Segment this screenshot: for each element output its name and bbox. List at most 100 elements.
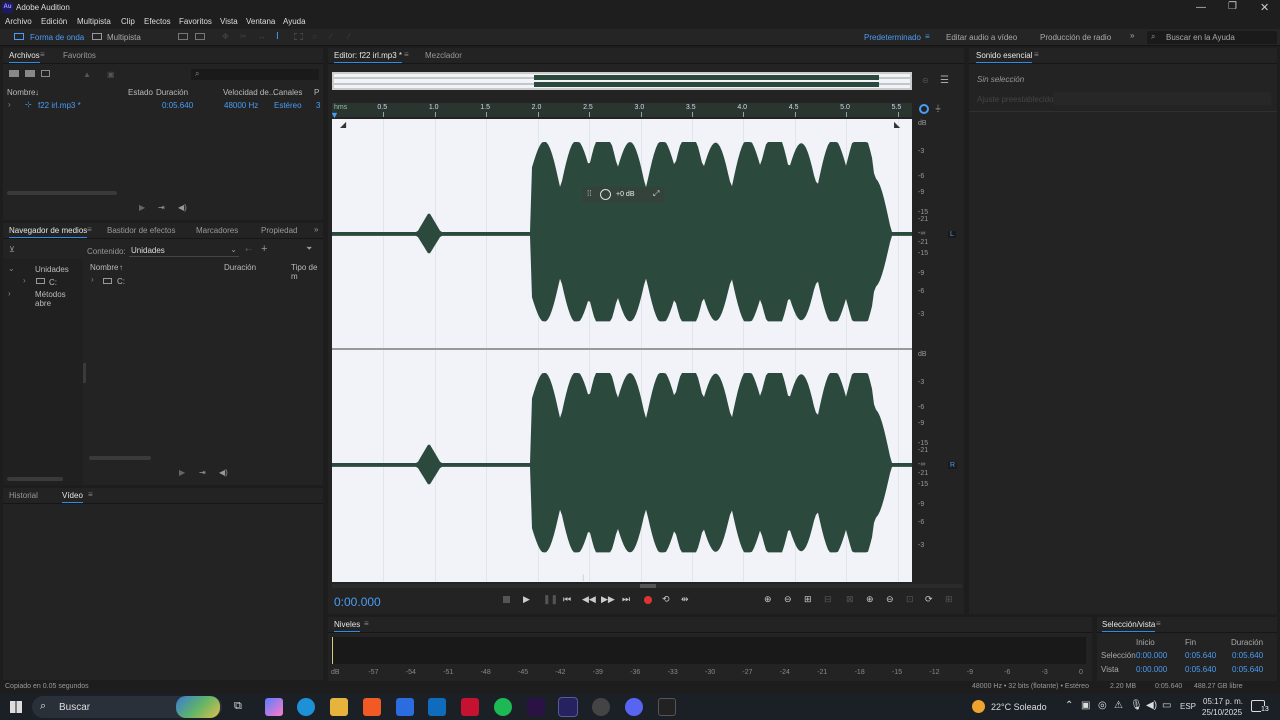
gain-knob-icon[interactable] bbox=[600, 189, 611, 200]
audition-icon[interactable] bbox=[558, 697, 578, 717]
menu-efectos[interactable]: Efectos bbox=[144, 17, 171, 26]
view-duration[interactable]: 0:05.640 bbox=[1232, 665, 1263, 674]
slip-tool-icon[interactable]: ↔ bbox=[258, 32, 266, 41]
menu-vista[interactable]: Vista bbox=[220, 17, 238, 26]
healing-tool-icon[interactable]: ∕ bbox=[348, 32, 349, 41]
table-row[interactable]: › ⊹ f22 irl.mp3 * 0:05.640 48000 Hz Esté… bbox=[3, 100, 323, 112]
horizontal-scrollbar[interactable] bbox=[7, 191, 117, 195]
insert-multitrack-icon[interactable]: ▲ bbox=[83, 70, 91, 79]
menu-favoritos[interactable]: Favoritos bbox=[179, 17, 212, 26]
tray-chevron-icon[interactable]: ⌃ bbox=[1065, 700, 1073, 711]
loop-playback-icon[interactable]: ⟲ bbox=[662, 594, 670, 605]
razor-tool-icon[interactable]: ✂ bbox=[240, 32, 247, 41]
terminal-icon[interactable] bbox=[658, 698, 676, 716]
tab-mezclador[interactable]: Mezclador bbox=[425, 51, 462, 60]
zoom-reset-icon[interactable]: ⟳ bbox=[925, 594, 933, 605]
move-tool-icon[interactable]: ✥ bbox=[222, 32, 229, 41]
play-icon[interactable]: ▶ bbox=[523, 594, 530, 605]
workspace-predeterminado[interactable]: Predeterminado bbox=[864, 33, 921, 42]
preview-play-icon[interactable]: ▶ bbox=[139, 203, 145, 212]
waveform-view-button[interactable]: Forma de onda bbox=[30, 33, 84, 42]
export-icon[interactable]: ⇥ bbox=[199, 468, 206, 477]
tray-app-icon[interactable]: ⚠ bbox=[1114, 700, 1123, 711]
rewind-icon[interactable]: ◀◀ bbox=[582, 594, 596, 605]
maximize-icon[interactable]: ❐ bbox=[1228, 1, 1237, 12]
edge-icon[interactable] bbox=[297, 698, 315, 716]
levels-title[interactable]: Niveles bbox=[334, 620, 361, 632]
panel-menu-icon[interactable]: ≡ bbox=[87, 225, 92, 234]
selection-view-title[interactable]: Selección/vista bbox=[1102, 620, 1156, 632]
files-filter-input[interactable]: ⌕ bbox=[191, 69, 319, 80]
more-tabs-icon[interactable]: » bbox=[314, 225, 318, 234]
speaker-icon[interactable]: ◀) bbox=[1146, 700, 1157, 711]
panel-menu-icon[interactable]: ≡ bbox=[364, 619, 369, 628]
file-explorer-icon[interactable] bbox=[330, 698, 348, 716]
discord-icon[interactable] bbox=[625, 698, 643, 716]
channel-right-label[interactable]: R bbox=[948, 462, 958, 469]
close-file-icon[interactable]: ▣ bbox=[107, 70, 115, 79]
windows-start-icon[interactable] bbox=[10, 701, 22, 713]
go-to-start-icon[interactable]: ⏮ bbox=[563, 594, 571, 605]
col-nombre[interactable]: Nombre bbox=[90, 263, 118, 272]
microphone-icon[interactable]: 🎙 bbox=[1130, 700, 1143, 711]
volume-icon[interactable]: ◀) bbox=[178, 203, 187, 212]
tab-favoritos[interactable]: Favoritos bbox=[63, 51, 96, 60]
loop-icon[interactable] bbox=[919, 104, 929, 114]
zoom-in-point-icon[interactable]: ⊠ bbox=[846, 594, 854, 605]
tab-navegador-medios[interactable]: Navegador de medios bbox=[9, 226, 88, 238]
tab-propiedad[interactable]: Propiedad bbox=[261, 226, 297, 235]
menu-edicion[interactable]: Edición bbox=[41, 17, 67, 26]
content-dropdown[interactable]: Unidades ⌄ bbox=[129, 245, 239, 257]
skip-selection-icon[interactable]: ⇹ bbox=[681, 594, 689, 605]
zoom-out-full-icon[interactable]: ⊝ bbox=[922, 76, 929, 85]
record-icon[interactable] bbox=[644, 596, 652, 604]
workspace-editar-video[interactable]: Editar audio a vídeo bbox=[946, 33, 1017, 42]
tree-item-metodos[interactable]: Métodos abre bbox=[35, 290, 83, 308]
github-icon[interactable] bbox=[592, 698, 610, 716]
pitch-display-icon[interactable] bbox=[195, 33, 205, 40]
menu-ventana[interactable]: Ventana bbox=[246, 17, 275, 26]
expand-arrow-icon[interactable]: › bbox=[8, 100, 11, 109]
zoom-full-icon[interactable]: ⊞ bbox=[804, 594, 812, 605]
stop-icon[interactable] bbox=[503, 596, 510, 603]
marquee-tool-icon[interactable] bbox=[294, 33, 303, 40]
hud-drag-icon[interactable]: ⁞⁞ bbox=[587, 189, 591, 198]
time-selection-tool-icon[interactable]: I bbox=[276, 31, 279, 42]
clock-date[interactable]: 25/10/2025 bbox=[1202, 708, 1242, 717]
tab-archivos[interactable]: Archivos bbox=[9, 51, 40, 63]
col-nombre[interactable]: Nombre bbox=[7, 88, 35, 97]
zoom-fit-icon[interactable]: ⊞ bbox=[945, 594, 953, 605]
shortcuts-icon[interactable]: ⊻ bbox=[9, 245, 15, 254]
zoom-out-time-icon[interactable]: ⊖ bbox=[886, 594, 894, 605]
tray-app-icon[interactable]: ▣ bbox=[1081, 700, 1090, 711]
multitrack-view-button[interactable]: Multipista bbox=[107, 33, 141, 42]
list-item[interactable]: › C: bbox=[87, 275, 323, 287]
panel-menu-icon[interactable]: ≡ bbox=[1156, 619, 1161, 628]
zoom-out-amplitude-icon[interactable]: ⊖ bbox=[784, 594, 792, 605]
preset-dropdown[interactable] bbox=[1053, 92, 1271, 105]
brave-icon[interactable] bbox=[363, 698, 381, 716]
lasso-tool-icon[interactable]: ○ bbox=[312, 32, 317, 41]
view-start[interactable]: 0:00.000 bbox=[1136, 665, 1167, 674]
help-search-input[interactable]: Buscar en la Ayuda bbox=[1166, 33, 1235, 42]
copilot-icon[interactable] bbox=[265, 698, 283, 716]
back-icon[interactable]: ⇠ bbox=[245, 245, 252, 254]
tab-marcadores[interactable]: Marcadores bbox=[196, 226, 238, 235]
task-view-icon[interactable]: ⧉ bbox=[234, 700, 242, 713]
tree-item-c[interactable]: C: bbox=[49, 278, 57, 287]
tree-expand-icon[interactable]: › bbox=[8, 289, 11, 298]
col-duracion[interactable]: Duración bbox=[224, 263, 256, 272]
weather-icon[interactable] bbox=[972, 700, 985, 713]
panel-menu-icon[interactable]: ≡ bbox=[88, 490, 93, 499]
tab-editor[interactable]: Editor: f22 irl.mp3 * bbox=[334, 51, 403, 63]
weather-text[interactable]: 22°C Soleado bbox=[991, 702, 1047, 712]
menu-ayuda[interactable]: Ayuda bbox=[283, 17, 306, 26]
tab-bastidor-efectos[interactable]: Bastidor de efectos bbox=[107, 226, 175, 235]
selection-duration[interactable]: 0:05.640 bbox=[1232, 651, 1263, 660]
import-file-icon[interactable] bbox=[25, 70, 35, 77]
workspace-menu-icon[interactable]: ≡ bbox=[925, 32, 930, 41]
multitrack-view-icon[interactable] bbox=[92, 33, 102, 40]
minimize-icon[interactable]: — bbox=[1196, 2, 1206, 13]
waveform-view-icon[interactable] bbox=[14, 33, 24, 40]
selection-end[interactable]: 0:05.640 bbox=[1185, 651, 1216, 660]
